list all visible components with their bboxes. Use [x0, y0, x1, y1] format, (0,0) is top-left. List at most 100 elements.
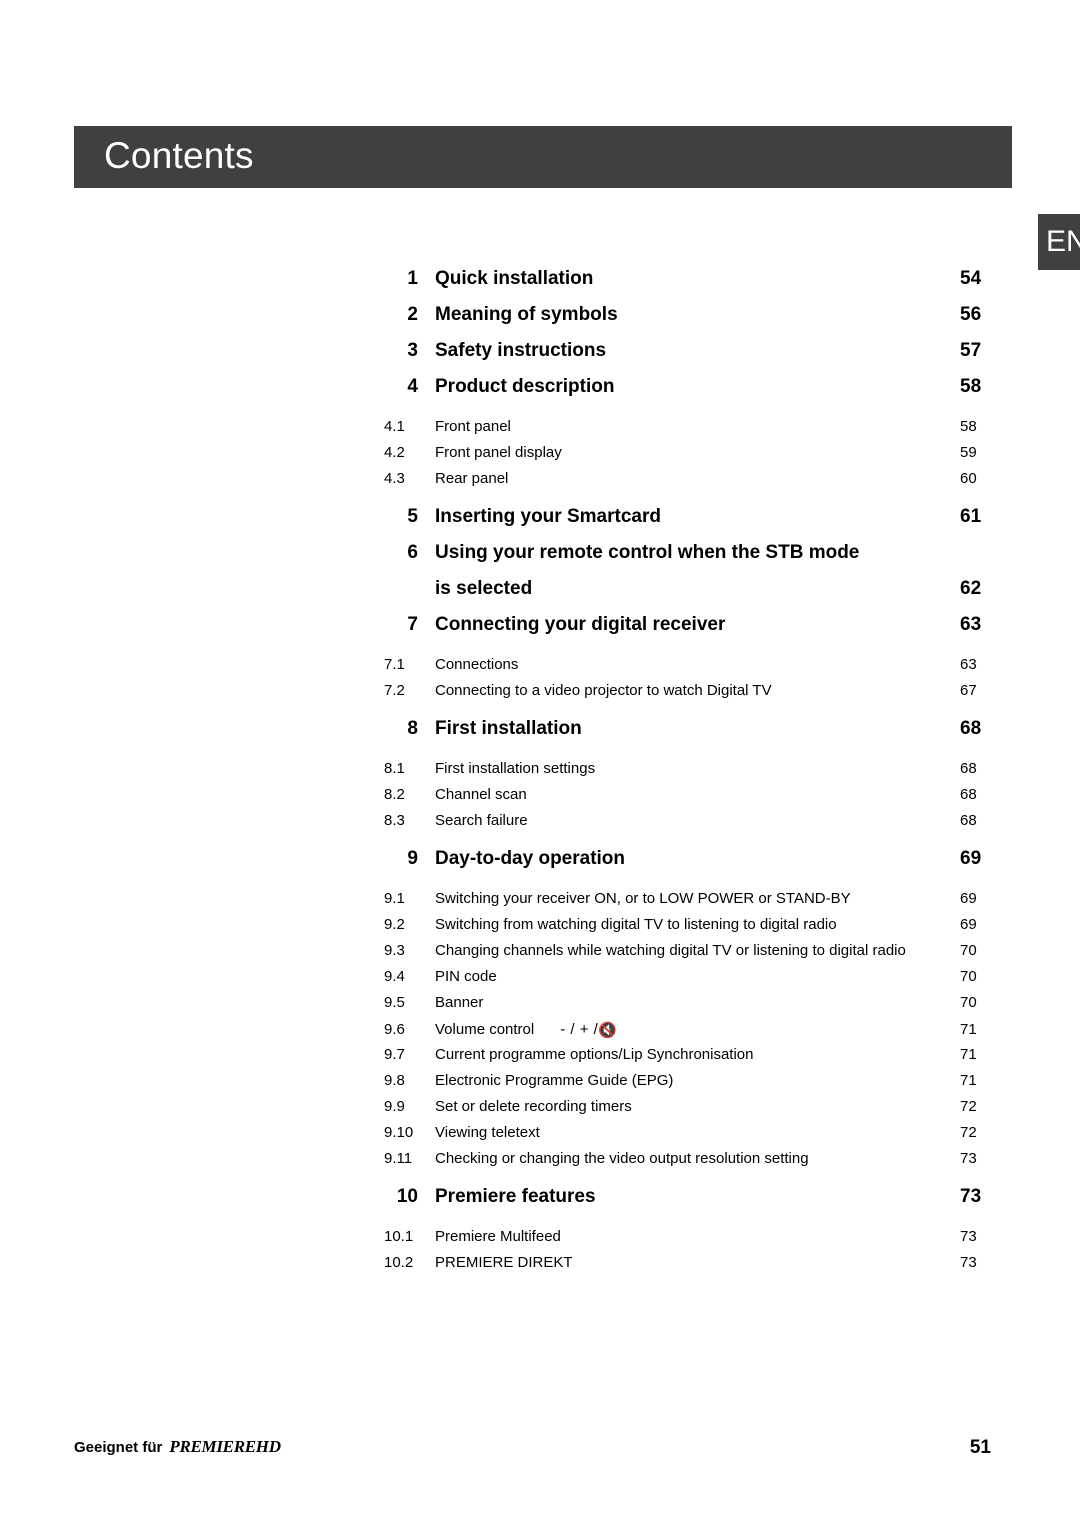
toc-number: 9.11: [384, 1150, 413, 1167]
toc-entry[interactable]: 9 Day-to-day operation 69: [0, 848, 1080, 884]
toc-title: Search failure: [435, 812, 528, 829]
toc-title: is selected: [435, 578, 533, 599]
toc-title: Premiere features: [435, 1186, 596, 1207]
toc-entry[interactable]: 9.7 Current programme options/Lip Synchr…: [0, 1046, 1080, 1072]
toc-page: 68: [960, 812, 977, 829]
toc-entry[interactable]: 9.3 Changing channels while watching dig…: [0, 942, 1080, 968]
toc-entry[interactable]: 1 Quick installation 54: [0, 268, 1080, 304]
toc-number: 7: [407, 614, 418, 635]
toc-page: 71: [960, 1046, 977, 1063]
mute-icon: 🔇: [598, 1022, 618, 1039]
toc-number: 9.2: [384, 916, 405, 933]
toc-title: Rear panel: [435, 470, 509, 487]
toc-entry[interactable]: 9.10 Viewing teletext 72: [0, 1124, 1080, 1150]
toc-entry[interactable]: 3 Safety instructions 57: [0, 340, 1080, 376]
toc-title-text: Volume control: [435, 1021, 535, 1038]
toc-entry[interactable]: 4.1 Front panel 58: [0, 418, 1080, 444]
language-tab-en: EN: [1038, 214, 1080, 270]
toc-page: 70: [960, 942, 977, 959]
toc-entry[interactable]: 4 Product description 58: [0, 376, 1080, 412]
footer-compat-text: Geeignet für: [74, 1439, 163, 1456]
toc-page: 60: [960, 470, 977, 487]
toc-page: 62: [960, 578, 982, 599]
toc-title: First installation: [435, 718, 582, 739]
toc-page: 68: [960, 760, 977, 777]
toc-number: 2: [407, 304, 418, 325]
toc-page: 68: [960, 786, 977, 803]
toc-title: Connecting to a video projector to watch…: [435, 682, 772, 699]
toc-entry[interactable]: 8 First installation 68: [0, 718, 1080, 754]
toc-page: 58: [960, 376, 982, 397]
toc-number: 3: [407, 340, 418, 361]
toc-entry[interactable]: 9.1 Switching your receiver ON, or to LO…: [0, 890, 1080, 916]
toc-entry[interactable]: 2 Meaning of symbols 56: [0, 304, 1080, 340]
toc-entry[interactable]: 9.11 Checking or changing the video outp…: [0, 1150, 1080, 1176]
toc-title: Day-to-day operation: [435, 848, 626, 869]
toc-entry[interactable]: 9.9 Set or delete recording timers 72: [0, 1098, 1080, 1124]
toc-title: Viewing teletext: [435, 1124, 540, 1141]
toc-title: Electronic Programme Guide (EPG): [435, 1072, 674, 1089]
toc-page: 61: [960, 506, 982, 527]
toc-page: 73: [960, 1254, 977, 1271]
toc-page: 59: [960, 444, 977, 461]
toc-number: 8.3: [384, 812, 405, 829]
toc-entry[interactable]: 10.1 Premiere Multifeed 73: [0, 1228, 1080, 1254]
brand-suffix: HD: [255, 1437, 281, 1456]
toc-number: 6: [407, 542, 418, 563]
toc-page: 57: [960, 340, 982, 361]
toc-entry[interactable]: 8.3 Search failure 68: [0, 812, 1080, 838]
toc-title: Front panel: [435, 418, 511, 435]
toc-number: 9.1: [384, 890, 405, 907]
page-footer: Geeignet für PREMIEREHD 51: [74, 1437, 1012, 1467]
toc-entry[interactable]: 4.2 Front panel display 59: [0, 444, 1080, 470]
toc-title: Meaning of symbols: [435, 304, 618, 325]
volume-symbols: - / + /: [560, 1021, 599, 1038]
toc-entry[interactable]: 9.5 Banner 70: [0, 994, 1080, 1020]
footer-compat: Geeignet für PREMIEREHD: [74, 1437, 281, 1457]
toc-entry[interactable]: 8.2 Channel scan 68: [0, 786, 1080, 812]
toc-number: 8: [407, 718, 418, 739]
toc-number: 8.2: [384, 786, 405, 803]
toc-entry[interactable]: 5 Inserting your Smartcard 61: [0, 506, 1080, 542]
toc-entry[interactable]: 7 Connecting your digital receiver 63: [0, 614, 1080, 650]
toc-number: 9.4: [384, 968, 405, 985]
toc-entry[interactable]: 7.2 Connecting to a video projector to w…: [0, 682, 1080, 708]
premiere-hd-logo: PREMIEREHD: [169, 1437, 281, 1457]
toc-page: 73: [960, 1228, 977, 1245]
toc-page: 71: [960, 1072, 977, 1089]
toc-title: PREMIERE DIREKT: [435, 1254, 573, 1271]
toc-title: Connecting your digital receiver: [435, 614, 726, 635]
toc-entry[interactable]: 7.1 Connections 63: [0, 656, 1080, 682]
toc-title: Changing channels while watching digital…: [435, 942, 906, 959]
toc-number: 4.3: [384, 470, 405, 487]
toc-entry[interactable]: 9.4 PIN code 70: [0, 968, 1080, 994]
toc-page: 58: [960, 418, 977, 435]
toc-number: 4.1: [384, 418, 405, 435]
toc-page: 69: [960, 848, 982, 869]
toc-title: Product description: [435, 376, 615, 397]
toc-title: First installation settings: [435, 760, 596, 777]
toc-entry-volume-control[interactable]: 9.6 Volume control - / + /🔇 71: [0, 1020, 1080, 1046]
toc-title: PIN code: [435, 968, 497, 985]
toc-title: Volume control - / + /🔇: [418, 1020, 960, 1039]
toc-entry[interactable]: 9.8 Electronic Programme Guide (EPG) 71: [0, 1072, 1080, 1098]
toc-title: Current programme options/Lip Synchronis…: [435, 1046, 754, 1063]
toc-entry[interactable]: 10.2 PREMIERE DIREKT 73: [0, 1254, 1080, 1280]
toc-entry[interactable]: 9.2 Switching from watching digital TV t…: [0, 916, 1080, 942]
toc-entry[interactable]: 10 Premiere features 73: [0, 1186, 1080, 1222]
toc-entry[interactable]: 4.3 Rear panel 60: [0, 470, 1080, 496]
toc-entry[interactable]: 8.1 First installation settings 68: [0, 760, 1080, 786]
toc-title: Premiere Multifeed: [435, 1228, 561, 1245]
toc-title: Inserting your Smartcard: [435, 506, 661, 527]
toc-number: 9.8: [384, 1072, 405, 1089]
toc-page: 70: [960, 968, 977, 985]
toc-page: 70: [960, 994, 977, 1011]
toc-page: 67: [960, 682, 977, 699]
toc-entry[interactable]: 6 Using your remote control when the STB…: [0, 542, 1080, 578]
toc-title: Switching from watching digital TV to li…: [435, 916, 837, 933]
toc-number: 10.2: [384, 1254, 414, 1271]
toc-entry-continuation[interactable]: is selected 62: [0, 578, 1080, 614]
toc-number: 9.3: [384, 942, 405, 959]
toc-number: 9.10: [384, 1124, 414, 1141]
toc-title: Set or delete recording timers: [435, 1098, 632, 1115]
